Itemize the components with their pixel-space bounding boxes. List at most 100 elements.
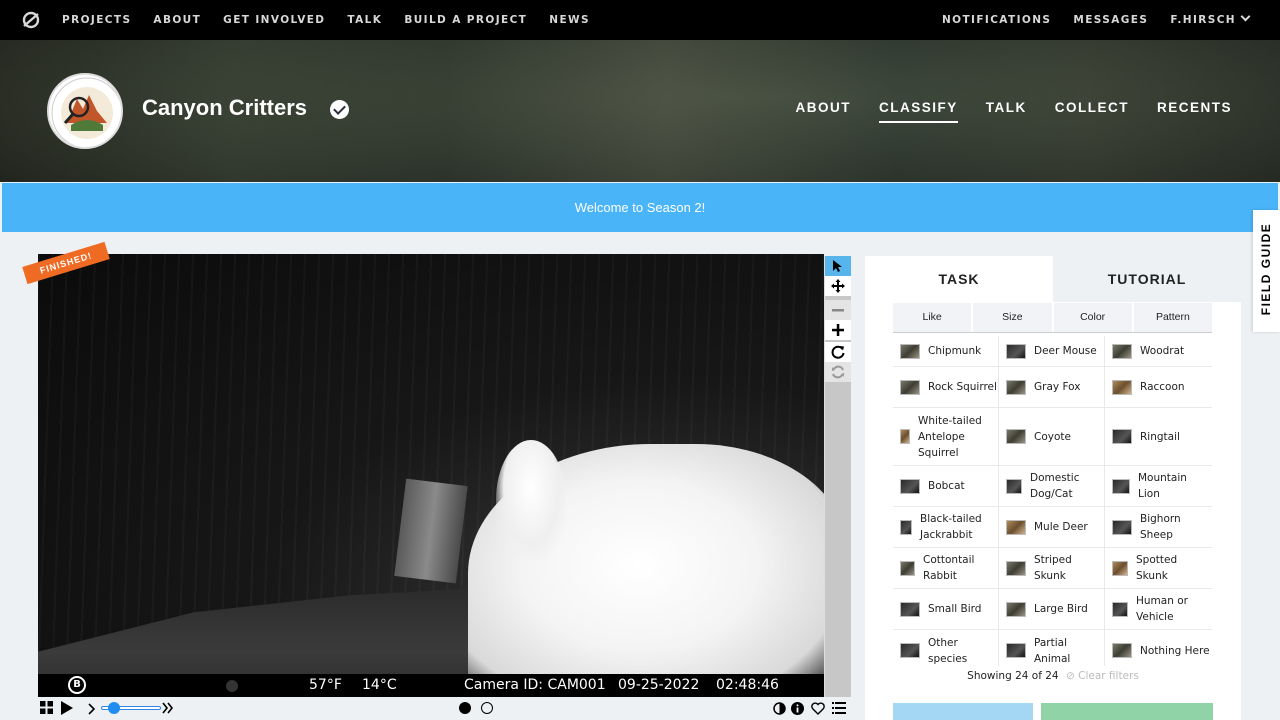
favorite-heart-icon[interactable] (811, 698, 825, 720)
choice-thumbnail (900, 519, 912, 535)
frame-2-dot[interactable] (481, 702, 493, 714)
collections-list-icon[interactable] (832, 698, 846, 719)
project-nav-recents[interactable]: RECENTS (1157, 100, 1232, 123)
filter-color[interactable]: Color (1053, 303, 1134, 332)
choice-other-species[interactable]: Other species (893, 630, 999, 666)
zooniverse-logo-icon[interactable] (21, 10, 41, 30)
zoom-in-icon[interactable] (825, 320, 851, 340)
playback-speed-slider[interactable] (101, 702, 161, 714)
rotate-icon[interactable] (825, 342, 851, 362)
choice-thumbnail (1006, 379, 1026, 395)
project-nav-classify[interactable]: CLASSIFY (878, 100, 958, 123)
site-nav-about[interactable]: ABOUT (153, 14, 201, 26)
choice-thumbnail (900, 429, 910, 444)
filter-pattern[interactable]: Pattern (1133, 303, 1212, 332)
messages-link[interactable]: MESSAGES (1073, 14, 1148, 26)
moon-phase-icon (226, 680, 238, 692)
project-nav-about[interactable]: ABOUT (795, 100, 851, 123)
choice-thumbnail (1112, 560, 1128, 576)
choice-large-bird[interactable]: Large Bird (999, 589, 1105, 629)
choice-count: Showing 24 of 24 ⊘ Clear filters (865, 670, 1241, 682)
zoom-out-icon[interactable] (825, 300, 851, 320)
camera-metadata-strip: B 57°F 14°C Camera ID: CAM001 09-25-2022… (38, 674, 824, 697)
filter-size[interactable]: Size (973, 303, 1054, 332)
choice-bobcat[interactable]: Bobcat (893, 466, 999, 506)
choice-striped-skunk[interactable]: Striped Skunk (999, 548, 1105, 588)
choice-deer-mouse[interactable]: Deer Mouse (999, 336, 1105, 366)
choice-thumbnail (1112, 643, 1132, 658)
choice-domestic-dog-cat[interactable]: Domestic Dog/Cat (999, 466, 1105, 506)
pan-icon[interactable] (825, 276, 851, 296)
chevron-down-icon (1240, 11, 1251, 22)
play-icon[interactable] (60, 698, 74, 720)
choice-rock-squirrel[interactable]: Rock Squirrel (893, 367, 999, 407)
choice-partial-animal[interactable]: Partial Animal (999, 630, 1105, 666)
choice-coyote[interactable]: Coyote (999, 408, 1105, 465)
site-nav-talk[interactable]: TALK (347, 14, 382, 26)
invert-icon[interactable] (773, 698, 786, 720)
choice-thumbnail (1112, 379, 1132, 395)
choice-small-bird[interactable]: Small Bird (893, 589, 999, 629)
task-panel: TASK TUTORIAL Like Size Color Pattern Ch… (865, 256, 1241, 720)
frame-1-dot[interactable] (459, 702, 471, 714)
project-nav-collect[interactable]: COLLECT (1055, 100, 1129, 123)
grid-view-icon[interactable] (40, 698, 53, 720)
choice-thumbnail (1006, 643, 1026, 658)
camera-id: Camera ID: CAM001 (464, 677, 606, 693)
verified-badge-icon (330, 100, 349, 119)
temperature-f: 57°F (309, 677, 342, 693)
site-nav-news[interactable]: NEWS (549, 14, 590, 26)
project-avatar[interactable] (47, 73, 123, 149)
choice-spotted-skunk[interactable]: Spotted Skunk (1105, 548, 1211, 588)
choice-raccoon[interactable]: Raccoon (1105, 367, 1211, 407)
choice-chipmunk[interactable]: Chipmunk (893, 336, 999, 366)
choice-ringtail[interactable]: Ringtail (1105, 408, 1211, 465)
tab-tutorial[interactable]: TUTORIAL (1053, 256, 1241, 302)
announcement-banner: Welcome to Season 2! (2, 183, 1278, 232)
choice-thumbnail (1006, 343, 1026, 359)
choice-human-or-vehicle[interactable]: Human or Vehicle (1105, 589, 1211, 629)
fast-forward-icon[interactable] (162, 698, 174, 719)
choice-thumbnail (1112, 429, 1132, 444)
choice-row: Bobcat Domestic Dog/Cat Mountain Lion (893, 466, 1212, 507)
site-nav-build-a-project[interactable]: BUILD A PROJECT (404, 14, 527, 26)
tab-task[interactable]: TASK (865, 256, 1053, 302)
choice-thumbnail (900, 379, 920, 395)
subject-image[interactable]: B 57°F 14°C Camera ID: CAM001 09-25-2022… (38, 254, 824, 697)
choice-bighorn-sheep[interactable]: Bighorn Sheep (1105, 507, 1211, 547)
notifications-link[interactable]: NOTIFICATIONS (942, 14, 1051, 26)
showing-count-text: Showing 24 of 24 (967, 670, 1059, 682)
user-menu[interactable]: F.HIRSCH (1170, 11, 1251, 26)
chevron-right-icon[interactable] (88, 698, 96, 720)
choice-thumbnail (1112, 343, 1132, 359)
choice-row: Small Bird Large Bird Human or Vehicle (893, 589, 1212, 630)
site-nav-get-involved[interactable]: GET INVOLVED (223, 14, 325, 26)
choice-thumbnail (1112, 601, 1128, 617)
clear-filters-button[interactable]: ⊘ Clear filters (1066, 670, 1139, 682)
project-nav: ABOUT CLASSIFY TALK COLLECT RECENTS (767, 100, 1232, 123)
info-icon[interactable] (791, 698, 804, 720)
pointer-icon[interactable] (825, 256, 851, 276)
site-nav-projects[interactable]: PROJECTS (62, 14, 131, 26)
filter-like[interactable]: Like (893, 303, 974, 332)
choice-mountain-lion[interactable]: Mountain Lion (1105, 466, 1211, 506)
field-guide-tab[interactable]: FIELD GUIDE (1253, 210, 1280, 332)
choice-row: Chipmunk Deer Mouse Woodrat (893, 336, 1212, 367)
choice-nothing-here[interactable]: Nothing Here (1105, 630, 1211, 666)
project-nav-talk[interactable]: TALK (986, 100, 1027, 123)
done-and-talk-button[interactable] (893, 703, 1033, 720)
choice-white-tailed-antelope-squirrel[interactable]: White-tailed Antelope Squirrel (893, 408, 999, 465)
project-title: Canyon Critters (142, 95, 308, 120)
choice-woodrat[interactable]: Woodrat (1105, 336, 1211, 366)
slider-knob[interactable] (108, 702, 120, 714)
choice-thumbnail (900, 643, 920, 658)
done-button[interactable] (1041, 703, 1213, 720)
clear-icon: ⊘ (1065, 670, 1075, 682)
choice-thumbnail (900, 343, 920, 359)
choice-mule-deer[interactable]: Mule Deer (999, 507, 1105, 547)
choice-thumbnail (1006, 519, 1026, 535)
choice-gray-fox[interactable]: Gray Fox (999, 367, 1105, 407)
choice-black-tailed-jackrabbit[interactable]: Black-tailed Jackrabbit (893, 507, 999, 547)
reset-icon[interactable] (825, 362, 851, 382)
choice-cottontail-rabbit[interactable]: Cottontail Rabbit (893, 548, 999, 588)
